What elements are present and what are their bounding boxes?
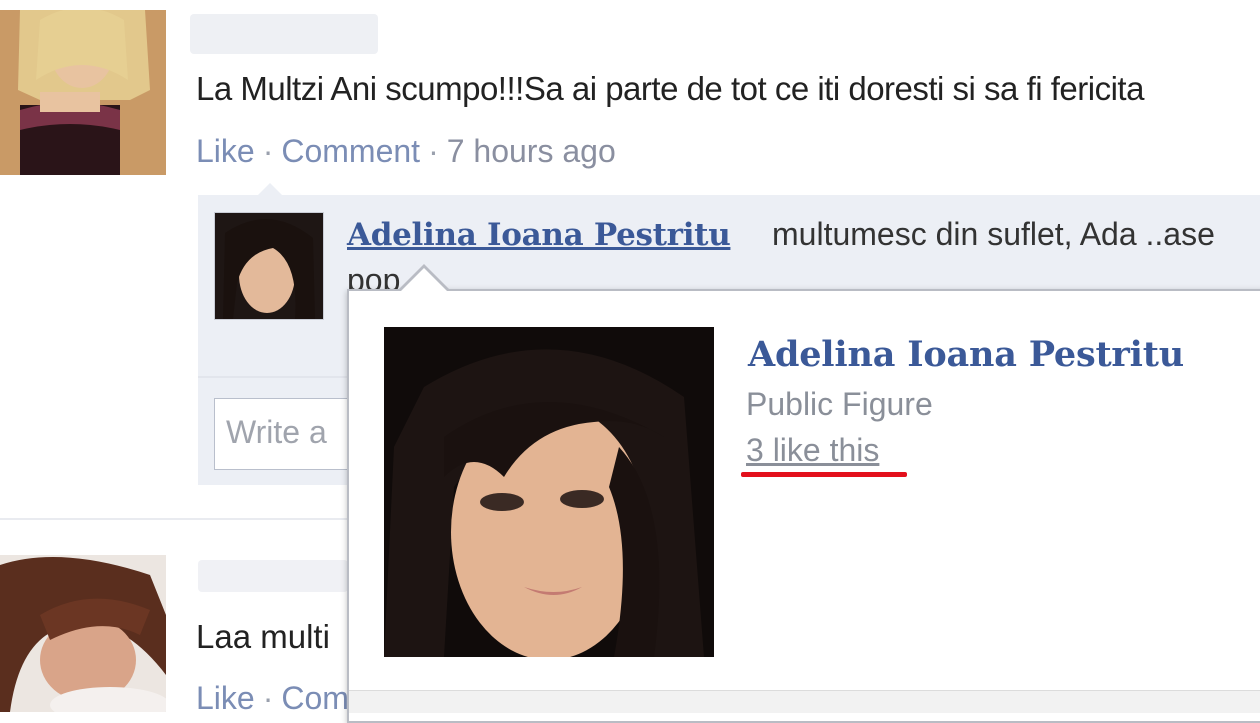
post-actions: Like · Comment · 7 hours ago xyxy=(196,133,616,170)
comment-text: multumesc din suflet, Ada ..ase xyxy=(772,216,1215,252)
avatar-photo xyxy=(0,555,166,712)
write-comment-placeholder: Write a xyxy=(226,414,327,450)
separator: · xyxy=(262,680,274,716)
post-timestamp[interactable]: 7 hours ago xyxy=(447,133,616,169)
author-name-blurred xyxy=(190,14,378,54)
comment-link[interactable]: Comment xyxy=(281,133,420,169)
hovercard-arrow-fill xyxy=(400,268,448,292)
commenter-photo xyxy=(215,213,323,319)
highlight-annotation xyxy=(741,472,907,477)
like-link[interactable]: Like xyxy=(196,133,255,169)
post-text: Laa multi xyxy=(196,618,330,655)
hovercard-profile-photo[interactable] xyxy=(384,327,714,660)
like-link[interactable]: Like xyxy=(196,680,255,716)
avatar-photo xyxy=(0,10,166,175)
commenter-avatar[interactable] xyxy=(214,212,324,320)
hovercard-footer xyxy=(349,690,1260,713)
hovercard-category: Public Figure xyxy=(746,386,933,422)
profile-photo xyxy=(384,327,714,660)
avatar[interactable] xyxy=(0,555,166,712)
post-actions: Like · Com xyxy=(196,680,349,717)
author-name-blurred xyxy=(198,560,348,592)
avatar[interactable] xyxy=(0,10,166,175)
separator: · xyxy=(428,133,439,169)
hovercard-likes-link[interactable]: 3 like this xyxy=(746,432,879,469)
comment-author-link[interactable]: Adelina Ioana Pestritu xyxy=(347,217,731,253)
comment-pointer xyxy=(258,183,282,195)
hovercard-name-link[interactable]: Adelina Ioana Pestritu xyxy=(748,334,1184,375)
comment-link[interactable]: Com xyxy=(281,680,349,716)
separator: · xyxy=(262,133,274,169)
post-text: La Multzi Ani scumpo!!!Sa ai parte de to… xyxy=(196,70,1144,107)
